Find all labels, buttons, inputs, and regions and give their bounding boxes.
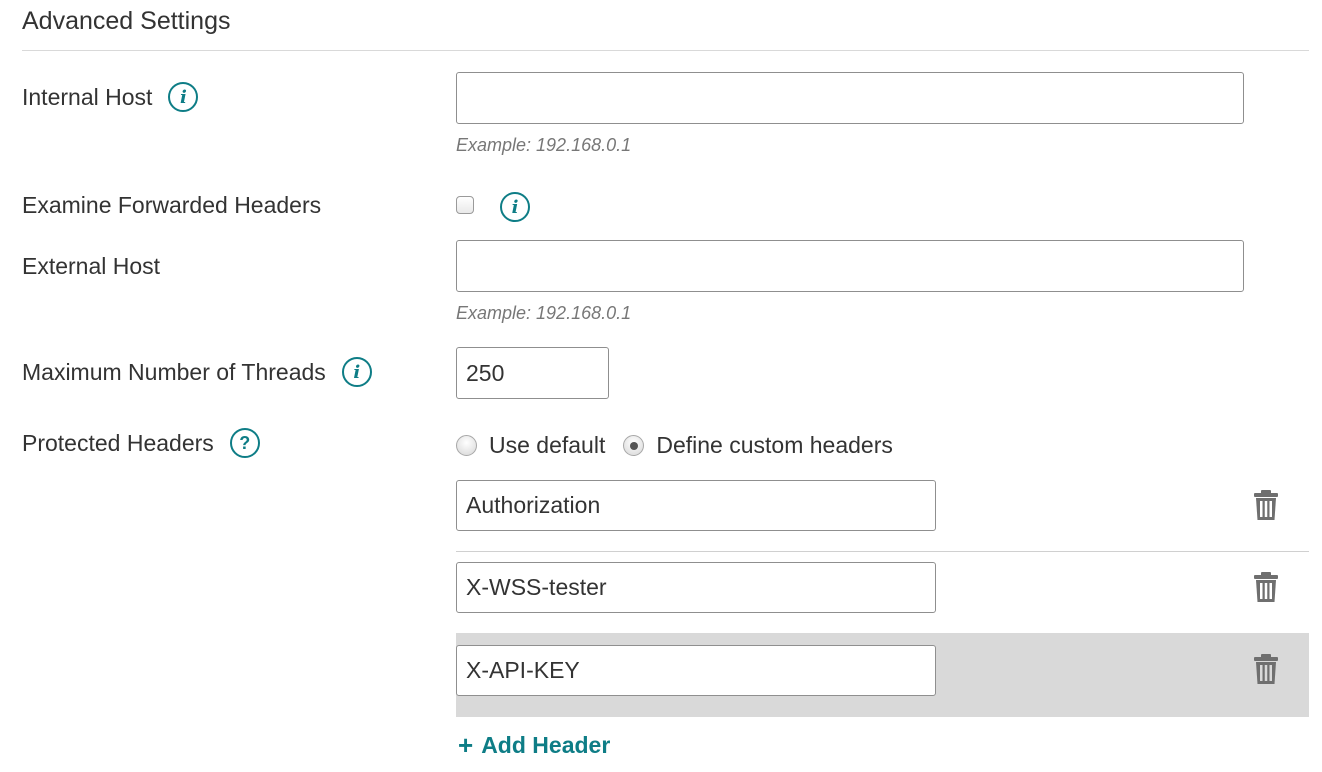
protected-headers-label: Protected Headers [22, 429, 214, 456]
add-header-button[interactable]: + Add Header [458, 730, 610, 761]
section-title: Advanced Settings [22, 7, 231, 35]
define-custom-label[interactable]: Define custom headers [656, 432, 893, 459]
internal-host-label: Internal Host [22, 83, 153, 110]
examine-forwarded-checkbox[interactable] [456, 196, 474, 214]
info-icon[interactable]: i [168, 82, 199, 112]
info-icon[interactable]: i [341, 357, 372, 387]
header-input[interactable] [456, 645, 936, 696]
define-custom-radio[interactable] [623, 435, 645, 456]
use-default-label[interactable]: Use default [489, 432, 605, 459]
trash-icon[interactable] [1253, 489, 1279, 521]
internal-host-input[interactable] [456, 72, 1244, 124]
trash-icon[interactable] [1253, 571, 1279, 603]
use-default-radio[interactable] [456, 435, 477, 456]
examine-forwarded-label: Examine Forwarded Headers [22, 192, 322, 218]
internal-host-row-label: Internal Host i [22, 82, 199, 112]
external-host-input[interactable] [456, 240, 1244, 292]
external-host-label: External Host [22, 253, 161, 279]
protected-headers-row-label: Protected Headers ? [22, 428, 260, 458]
help-icon[interactable]: ? [229, 428, 260, 458]
info-icon[interactable]: i [500, 192, 530, 222]
max-threads-input[interactable] [456, 347, 609, 399]
protected-headers-radio-group: Use default Define custom headers [456, 432, 911, 459]
plus-icon: + [458, 730, 474, 760]
max-threads-row-label: Maximum Number of Threads i [22, 357, 372, 387]
add-header-label: Add Header [481, 732, 611, 758]
header-input[interactable] [456, 480, 936, 531]
trash-icon[interactable] [1253, 653, 1279, 685]
external-host-hint: Example: 192.168.0.1 [456, 303, 632, 323]
section-divider [22, 50, 1309, 51]
header-input[interactable] [456, 562, 936, 613]
header-row-divider [456, 551, 1309, 552]
max-threads-label: Maximum Number of Threads [22, 358, 326, 385]
internal-host-hint: Example: 192.168.0.1 [456, 135, 632, 155]
